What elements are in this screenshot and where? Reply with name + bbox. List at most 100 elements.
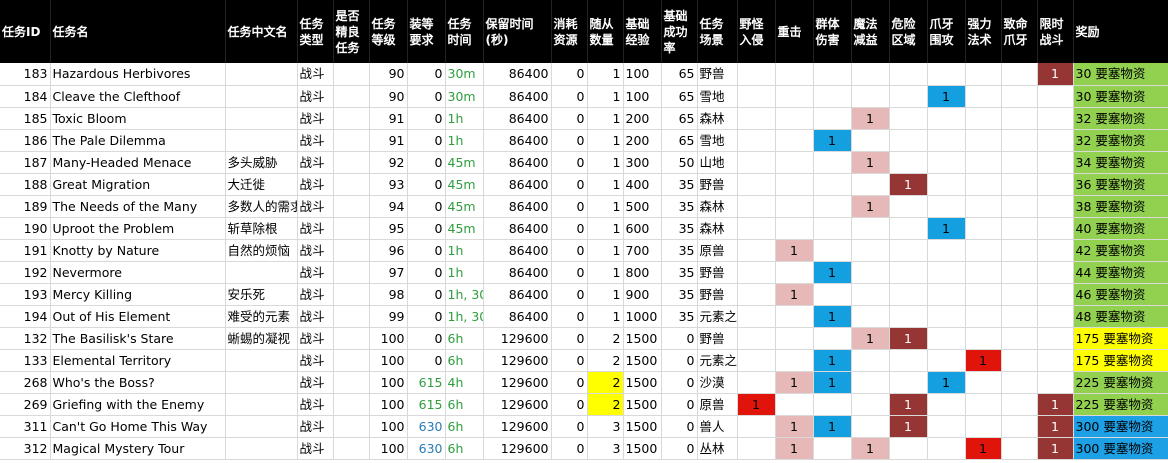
cell-mission-name[interactable]: Mercy Killing xyxy=(50,283,226,306)
column-header[interactable]: 奖励 xyxy=(1073,0,1168,63)
cell-success-rate[interactable]: 35 xyxy=(661,305,698,328)
cell-chinese-name[interactable] xyxy=(225,371,298,394)
cell-level[interactable]: 94 xyxy=(369,195,408,218)
cell-mechanic-danger[interactable] xyxy=(889,107,928,130)
cell-mission-id[interactable]: 194 xyxy=(0,305,51,328)
cell-followers[interactable]: 2 xyxy=(587,349,624,372)
cell-scene[interactable]: 雪地 xyxy=(697,129,738,152)
cell-mission-time[interactable]: 1h, 30 xyxy=(445,305,484,328)
cell-mechanic-invade[interactable] xyxy=(737,327,776,350)
cell-reward[interactable]: 225 要塞物资 xyxy=(1073,393,1168,416)
cell-success-rate[interactable]: 35 xyxy=(661,261,698,284)
cell-elite[interactable] xyxy=(333,283,370,306)
cell-mission-type[interactable]: 战斗 xyxy=(297,217,334,240)
cell-scene[interactable]: 沙漠 xyxy=(697,371,738,394)
table-row[interactable]: 192 Nevermore 战斗 97 0 1h 86400 0 1 800 35 野兽 1 44 要塞物… xyxy=(0,261,1168,284)
table-row[interactable]: 193Mercy Killing安乐死战斗9801h, 308640001900… xyxy=(0,283,1168,306)
cell-mission-time[interactable]: 1h, 30 xyxy=(445,283,484,306)
cell-mechanic-timed[interactable]: 1 xyxy=(1037,393,1074,416)
cell-mechanic-heavy[interactable] xyxy=(775,327,814,350)
table-row[interactable]: 311 Can't Go Home This Way 战斗 100 630 6h 12960… xyxy=(0,415,1168,438)
cell-cost[interactable]: 0 xyxy=(551,173,588,196)
cell-keep-time[interactable]: 86400 xyxy=(483,239,552,262)
cell-elite[interactable] xyxy=(333,415,370,438)
cell-level[interactable]: 100 xyxy=(369,371,408,394)
cell-mission-type[interactable]: 战斗 xyxy=(297,415,334,438)
cell-mechanic-danger[interactable] xyxy=(889,85,928,108)
cell-mechanic-group[interactable] xyxy=(813,107,852,130)
cell-keep-time[interactable]: 86400 xyxy=(483,173,552,196)
cell-base-exp[interactable]: 200 xyxy=(623,129,662,152)
cell-mission-id[interactable]: 192 xyxy=(0,261,51,284)
cell-mechanic-invade[interactable] xyxy=(737,437,776,460)
cell-scene[interactable]: 森林 xyxy=(697,195,738,218)
cell-mission-type[interactable]: 战斗 xyxy=(297,437,334,460)
cell-mechanic-deadly[interactable] xyxy=(1001,437,1038,460)
cell-gear-req[interactable]: 0 xyxy=(407,349,446,372)
column-header[interactable]: 群体伤害 xyxy=(813,0,852,63)
column-header[interactable]: 危险区域 xyxy=(889,0,928,63)
cell-keep-time[interactable]: 86400 xyxy=(483,107,552,130)
cell-mechanic-deadly[interactable] xyxy=(1001,261,1038,284)
cell-scene[interactable]: 元素之怒 xyxy=(697,349,738,372)
cell-mission-id[interactable]: 311 xyxy=(0,415,51,438)
cell-mechanic-magic[interactable] xyxy=(851,217,890,240)
cell-mechanic-minion[interactable]: 1 xyxy=(927,371,966,394)
cell-mission-id[interactable]: 188 xyxy=(0,173,51,196)
cell-base-exp[interactable]: 1500 xyxy=(623,349,662,372)
cell-mechanic-heavy[interactable]: 1 xyxy=(775,283,814,306)
cell-mechanic-magic[interactable] xyxy=(851,173,890,196)
cell-mission-name[interactable]: Out of His Element xyxy=(50,305,226,328)
cell-elite[interactable] xyxy=(333,129,370,152)
cell-success-rate[interactable]: 35 xyxy=(661,173,698,196)
table-row[interactable]: 312 Magical Mystery Tour 战斗 100 630 6h 129600 0… xyxy=(0,437,1168,460)
cell-cost[interactable]: 0 xyxy=(551,85,588,108)
cell-keep-time[interactable]: 86400 xyxy=(483,151,552,174)
cell-elite[interactable] xyxy=(333,217,370,240)
cell-mechanic-minion[interactable] xyxy=(927,349,966,372)
cell-gear-req[interactable]: 0 xyxy=(407,217,446,240)
column-header[interactable]: 基础成功率 xyxy=(661,0,698,63)
cell-mechanic-power[interactable] xyxy=(965,63,1002,86)
cell-success-rate[interactable]: 0 xyxy=(661,437,698,460)
cell-keep-time[interactable]: 86400 xyxy=(483,85,552,108)
cell-mechanic-danger[interactable]: 1 xyxy=(889,393,928,416)
cell-mission-type[interactable]: 战斗 xyxy=(297,283,334,306)
cell-mechanic-group[interactable] xyxy=(813,151,852,174)
cell-reward[interactable]: 175 要塞物资 xyxy=(1073,349,1168,372)
table-row[interactable]: 194Out of His Element难受的元素战斗9901h, 30864… xyxy=(0,305,1168,328)
cell-mechanic-power[interactable] xyxy=(965,195,1002,218)
cell-mechanic-invade[interactable] xyxy=(737,239,776,262)
cell-followers[interactable]: 1 xyxy=(587,173,624,196)
cell-mission-time[interactable]: 30m xyxy=(445,63,484,86)
cell-mechanic-magic[interactable]: 1 xyxy=(851,437,890,460)
cell-keep-time[interactable]: 86400 xyxy=(483,217,552,240)
cell-mechanic-minion[interactable] xyxy=(927,437,966,460)
table-row[interactable]: 191 Knotty by Nature 自然的烦恼 战斗 96 0 1h 86400 0 1 70… xyxy=(0,239,1168,262)
cell-mechanic-heavy[interactable]: 1 xyxy=(775,437,814,460)
cell-gear-req[interactable]: 0 xyxy=(407,261,446,284)
cell-mechanic-minion[interactable] xyxy=(927,415,966,438)
cell-mechanic-danger[interactable] xyxy=(889,349,928,372)
cell-cost[interactable]: 0 xyxy=(551,239,588,262)
cell-base-exp[interactable]: 200 xyxy=(623,107,662,130)
cell-success-rate[interactable]: 0 xyxy=(661,327,698,350)
cell-mission-name[interactable]: Hazardous Herbivores xyxy=(50,63,226,86)
cell-mission-id[interactable]: 268 xyxy=(0,371,51,394)
cell-success-rate[interactable]: 0 xyxy=(661,393,698,416)
cell-mechanic-power[interactable] xyxy=(965,173,1002,196)
cell-mission-time[interactable]: 1h xyxy=(445,129,484,152)
cell-base-exp[interactable]: 400 xyxy=(623,173,662,196)
cell-mechanic-deadly[interactable] xyxy=(1001,85,1038,108)
cell-mechanic-danger[interactable] xyxy=(889,371,928,394)
column-header[interactable]: 是否精良任务 xyxy=(333,0,370,63)
table-row[interactable]: 189 The Needs of the Many 多数人的需求 战斗 94 0 45m 86… xyxy=(0,195,1168,218)
cell-followers[interactable]: 1 xyxy=(587,107,624,130)
cell-mechanic-timed[interactable]: 1 xyxy=(1037,63,1074,86)
cell-chinese-name[interactable] xyxy=(225,261,298,284)
cell-mechanic-danger[interactable] xyxy=(889,437,928,460)
cell-mechanic-group[interactable] xyxy=(813,393,852,416)
table-row[interactable]: 133 Elemental Territory 战斗 100 0 6h 129600 0 2 15… xyxy=(0,349,1168,372)
column-header[interactable]: 强力法术 xyxy=(965,0,1002,63)
cell-mechanic-deadly[interactable] xyxy=(1001,349,1038,372)
